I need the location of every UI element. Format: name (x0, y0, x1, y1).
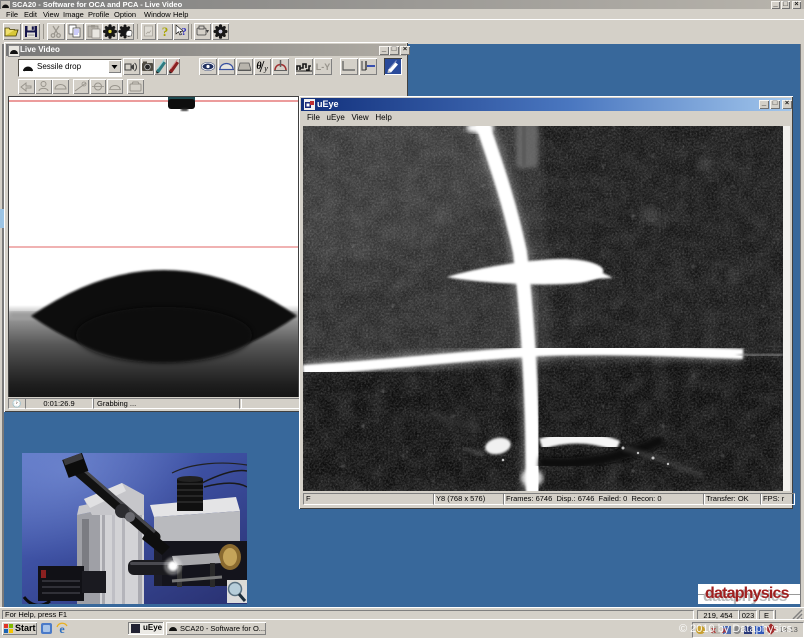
svg-text:θ: θ (256, 61, 262, 72)
svg-text:?: ? (181, 26, 187, 38)
svg-text:y: y (263, 64, 268, 73)
svg-text:?: ? (162, 24, 169, 39)
